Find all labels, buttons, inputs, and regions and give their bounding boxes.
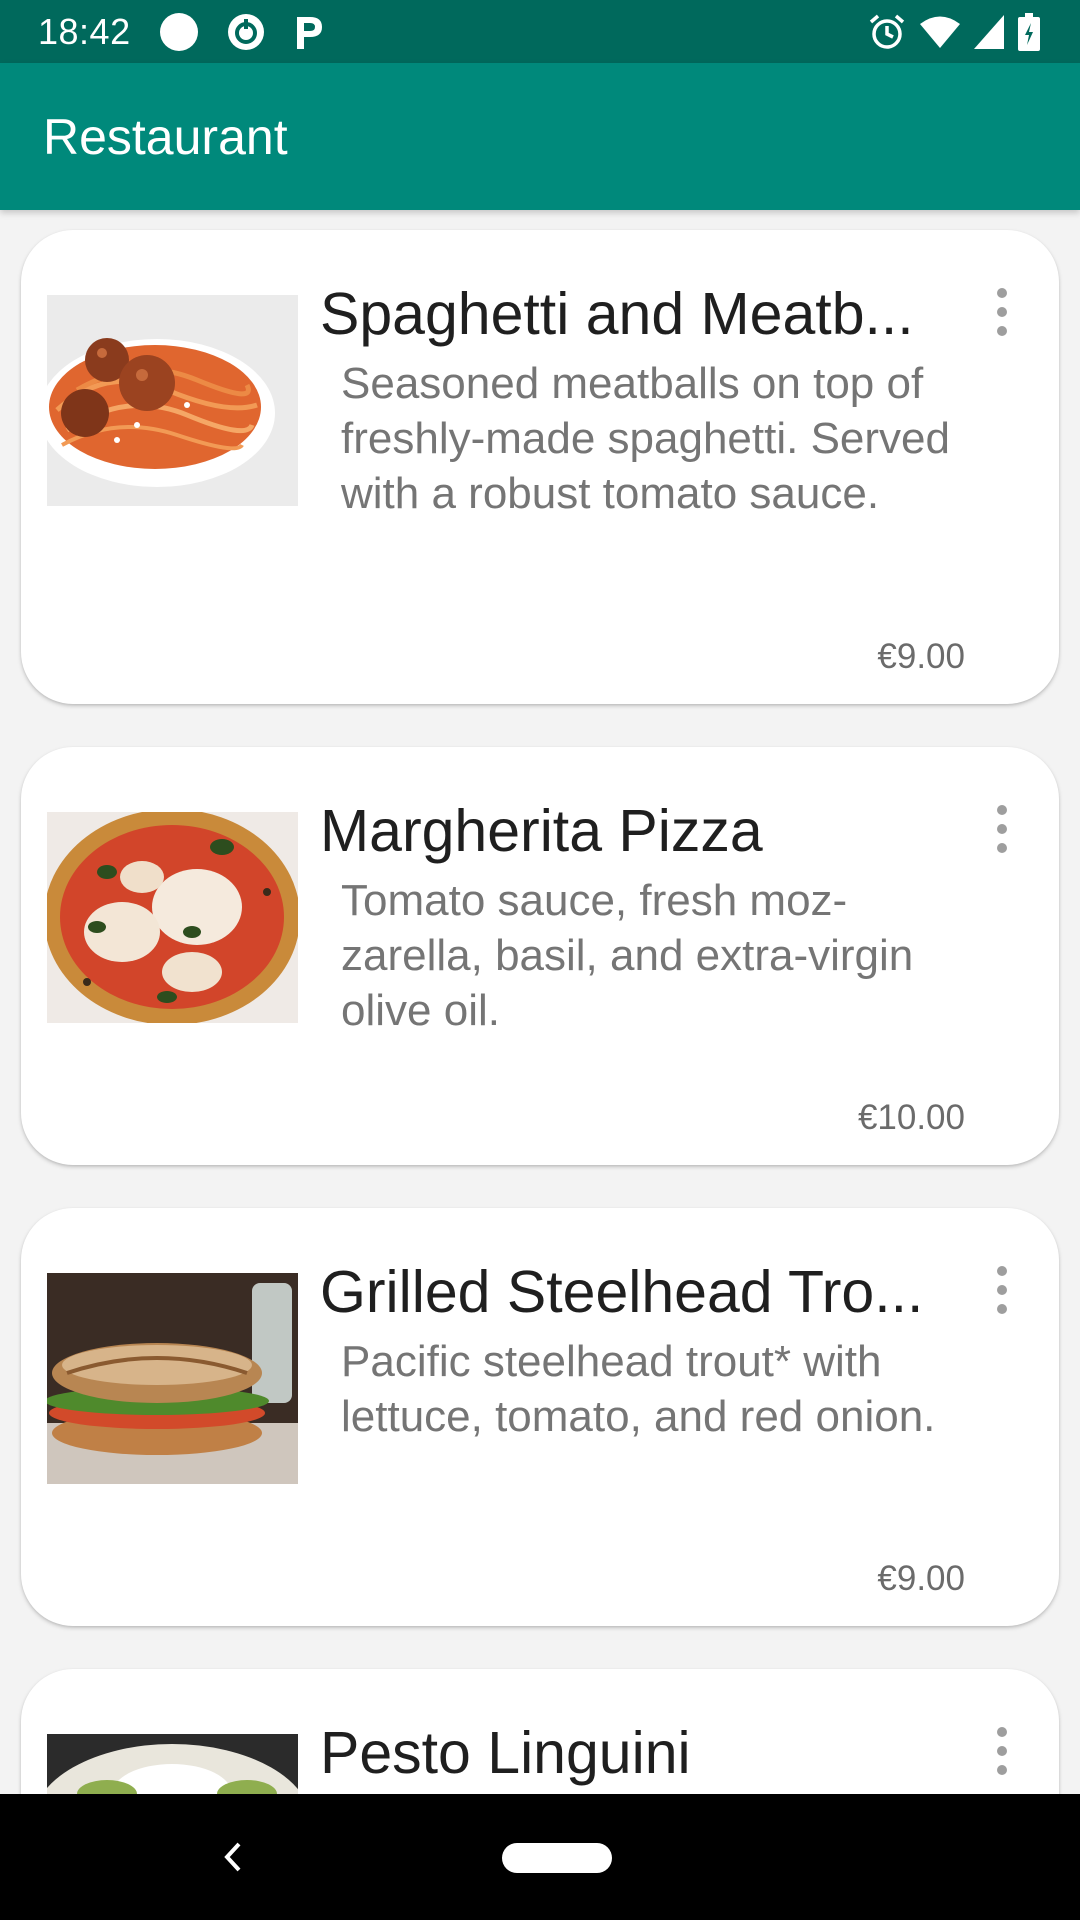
app-bar: Restaurant (0, 63, 1080, 210)
alarm-icon (868, 13, 906, 51)
menu-item-card[interactable]: Margherita Pizza Tomato sauce, fresh moz… (21, 747, 1059, 1165)
menu-item-name: Spaghetti and Meatb... (320, 281, 914, 347)
sync-icon (227, 13, 265, 51)
app-title: Restaurant (43, 108, 288, 165)
home-pill-icon[interactable] (502, 1843, 612, 1873)
menu-item-name: Margherita Pizza (320, 798, 763, 864)
menu-list[interactable]: Spaghetti and Meatb... Seasoned meatball… (0, 210, 1080, 1794)
menu-item-description: Seasoned meatballs on top of freshly-mad… (341, 359, 950, 518)
menu-item-price: €9.00 (877, 1559, 965, 1598)
more-vert-icon[interactable] (987, 1260, 1017, 1320)
menu-item-card[interactable]: Spaghetti and Meatb... Seasoned meatball… (21, 230, 1059, 704)
more-vert-icon[interactable] (987, 799, 1017, 859)
menu-item-description: Pacific steelhead trout* with lettuce, t… (341, 1337, 936, 1441)
menu-item-price: €10.00 (857, 1098, 965, 1137)
menu-item-price: €9.00 (877, 637, 965, 676)
spaghetti-photo (47, 295, 298, 506)
signal-icon (974, 14, 1004, 49)
battery-icon (1018, 12, 1040, 51)
menu-item-card[interactable]: Grilled Steelhead Tro... Pacific steelhe… (21, 1208, 1059, 1626)
status-time: 18:42 (38, 10, 131, 52)
status-bar: 18:42 (0, 0, 1080, 63)
back-icon[interactable] (218, 1832, 248, 1882)
menu-item-description: Tomato sauce, fresh moz- zarella, basil,… (341, 876, 914, 1035)
circle-notification-icon (159, 12, 199, 52)
sandwich-photo (47, 1273, 298, 1484)
menu-item-name: Pesto Linguini (320, 1720, 691, 1786)
more-vert-icon[interactable] (987, 1721, 1017, 1781)
menu-item-name: Grilled Steelhead Tro... (320, 1259, 924, 1325)
pizza-photo (47, 812, 298, 1023)
screen: 18:42 Restaurant Spaghetti and Meatb... … (0, 0, 1080, 1920)
pesto-photo (47, 1734, 298, 1794)
parking-icon (293, 13, 325, 51)
more-vert-icon[interactable] (987, 282, 1017, 342)
wifi-icon (920, 15, 960, 49)
menu-item-card[interactable]: Pesto Linguini (21, 1669, 1059, 1794)
